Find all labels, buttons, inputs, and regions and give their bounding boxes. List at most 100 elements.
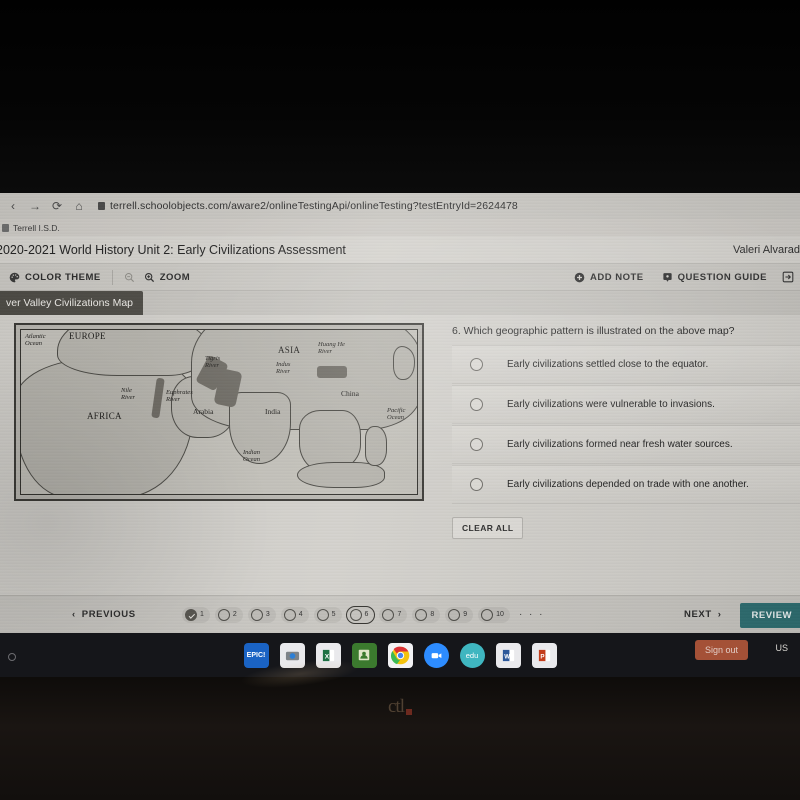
question-dot-7-num: 7 — [397, 611, 402, 618]
question-dot-3-num: 3 — [265, 611, 270, 618]
photograph-of-laptop-screen: ‹ → ⟳ ⌂ terrell.schoolobjects.com/aware2… — [0, 0, 800, 800]
assessment-title: 2020-2021 World History Unit 2: Early Ci… — [0, 242, 346, 257]
chromeos-shelf: EPIC! X edu W P — [0, 633, 800, 677]
bookmarks-bar: Terrell I.S.D. — [0, 219, 800, 236]
student-name: Valeri Alvarad — [732, 243, 800, 256]
chevron-right-icon: › — [717, 609, 722, 620]
circle-icon — [481, 608, 494, 621]
zoom-app-icon[interactable] — [423, 642, 449, 668]
map-label-europe: EUROPE — [69, 331, 106, 341]
zoom-in-icon[interactable] — [144, 272, 155, 283]
circle-icon — [349, 608, 362, 621]
sign-out-button[interactable]: Sign out — [694, 640, 748, 660]
question-guide-button[interactable]: QUESTION GUIDE — [653, 264, 776, 291]
map-label-euphrates-river: Euphrates River — [166, 389, 193, 403]
laptop-brand-logo: ctl — [388, 696, 412, 718]
question-dot-10[interactable]: 10 — [478, 606, 510, 623]
circle-icon — [283, 608, 296, 621]
check-circle-icon — [185, 608, 197, 621]
reload-icon[interactable]: ⟳ — [48, 197, 66, 215]
question-guide-label: QUESTION GUIDE — [677, 271, 767, 283]
map-image-river-valley-civilizations[interactable]: Atlantic Ocean EUROPE AFRICA ASIA Nile Riv… — [14, 323, 424, 501]
word-app-icon[interactable]: W — [495, 642, 521, 668]
question-dot-3[interactable]: 3 — [247, 606, 276, 623]
question-dot-4-num: 4 — [298, 611, 303, 618]
map-label-arabia: Arabia — [193, 407, 214, 416]
color-theme-button[interactable]: COLOR THEME — [0, 264, 110, 291]
keyboard-locale-indicator[interactable]: US — [775, 643, 788, 653]
next-button[interactable]: NEXT › — [684, 609, 722, 620]
circle-icon — [415, 608, 428, 621]
chrome-app-icon[interactable] — [387, 642, 413, 668]
question-dot-10-num: 10 — [496, 611, 504, 618]
bookmark-terrell-isd[interactable]: Terrell I.S.D. — [2, 223, 60, 233]
exit-icon — [782, 271, 794, 283]
circle-icon — [316, 608, 329, 621]
map-label-africa: AFRICA — [87, 411, 122, 421]
question-dot-1[interactable]: 1 — [182, 606, 210, 623]
next-label: NEXT — [684, 609, 712, 620]
epic-app-icon[interactable]: EPIC! — [243, 642, 269, 668]
zoom-label: ZOOM — [159, 271, 191, 283]
question-dot-1-num: 1 — [200, 611, 204, 618]
question-dot-5[interactable]: 5 — [313, 606, 342, 623]
back-arrow-icon[interactable]: ‹ — [4, 197, 22, 215]
question-panel: 6. Which geographic pattern is illustrat… — [452, 325, 800, 539]
answer-option-d[interactable]: Early civilizations depended on trade wi… — [452, 465, 800, 504]
question-dot-6[interactable]: 6 — [345, 605, 376, 624]
bookmark-icon[interactable]: ⌂ — [70, 197, 88, 215]
question-dot-9[interactable]: 9 — [445, 606, 474, 623]
chevron-left-icon: ‹ — [72, 609, 76, 620]
radio-option-c[interactable] — [470, 438, 483, 451]
answer-option-c[interactable]: Early civilizations formed near fresh wa… — [452, 425, 800, 464]
answer-option-d-label: Early civilizations depended on trade wi… — [507, 479, 749, 490]
circle-icon — [250, 608, 263, 621]
question-dot-2[interactable]: 2 — [214, 606, 243, 623]
answer-option-b[interactable]: Early civilizations were vulnerable to i… — [452, 385, 800, 424]
address-bar[interactable]: terrell.schoolobjects.com/aware2/onlineT… — [98, 200, 518, 212]
question-dot-4[interactable]: 4 — [280, 606, 309, 623]
exit-test-button[interactable] — [776, 264, 800, 291]
clear-all-button[interactable]: CLEAR ALL — [452, 517, 524, 539]
svg-text:P: P — [540, 653, 544, 660]
landmass-africa — [21, 358, 193, 494]
circle-icon — [448, 608, 461, 621]
zoom-out-icon[interactable] — [124, 272, 135, 283]
url-text: terrell.schoolobjects.com/aware2/onlineT… — [110, 200, 518, 212]
answer-option-a[interactable]: Early civilizations settled close to the… — [452, 345, 800, 384]
question-stem: 6. Which geographic pattern is illustrat… — [452, 325, 735, 337]
question-dot-6-num: 6 — [364, 611, 369, 618]
radio-option-d[interactable] — [470, 478, 483, 491]
color-theme-label: COLOR THEME — [25, 271, 101, 283]
map-label-asia: ASIA — [278, 345, 301, 355]
landmass-india — [229, 392, 291, 464]
map-label-india: India — [265, 407, 281, 416]
powerpoint-app-icon[interactable]: P — [531, 642, 557, 668]
map-canvas: Atlantic Ocean EUROPE AFRICA ASIA Nile Riv… — [20, 329, 418, 495]
question-dot-8[interactable]: 8 — [412, 606, 441, 623]
landmass-philippines — [365, 426, 387, 466]
zoom-controls[interactable]: ZOOM — [115, 264, 200, 291]
question-dot-8-num: 8 — [430, 611, 435, 618]
answer-option-b-label: Early civilizations were vulnerable to i… — [507, 399, 715, 410]
site-info-icon — [98, 202, 105, 210]
answer-option-a-label: Early civilizations settled close to the… — [507, 359, 709, 370]
question-navigation-bar: ‹ PREVIOUS 1 2 3 4 5 6 7 8 9 10 · · · NE… — [0, 595, 800, 633]
radio-option-b[interactable] — [470, 398, 483, 411]
highlight-huang-he-valley — [317, 366, 347, 378]
more-questions-ellipsis[interactable]: · · · — [519, 609, 545, 620]
add-note-button[interactable]: ADD NOTE — [565, 264, 653, 291]
radio-option-a[interactable] — [470, 358, 483, 371]
question-dot-7[interactable]: 7 — [379, 606, 408, 623]
map-label-atlantic-ocean: Atlantic Ocean — [25, 333, 46, 347]
previous-button[interactable]: ‹ PREVIOUS — [72, 609, 136, 620]
tab-river-valley-civilizations-map[interactable]: ver Valley Civilizations Map — [0, 291, 144, 315]
question-dot-list: 1 2 3 4 5 6 7 8 9 10 · · · — [182, 605, 545, 624]
forward-arrow-icon[interactable]: → — [26, 197, 44, 215]
toolbar-divider — [111, 269, 113, 285]
shelf-launcher-icon[interactable] — [8, 653, 16, 661]
review-button[interactable]: REVIEW — [739, 603, 800, 628]
edu-app-icon[interactable]: edu — [459, 642, 485, 668]
landmass-japan — [393, 346, 415, 380]
map-label-pacific-ocean: Pacific Ocean — [387, 407, 406, 421]
